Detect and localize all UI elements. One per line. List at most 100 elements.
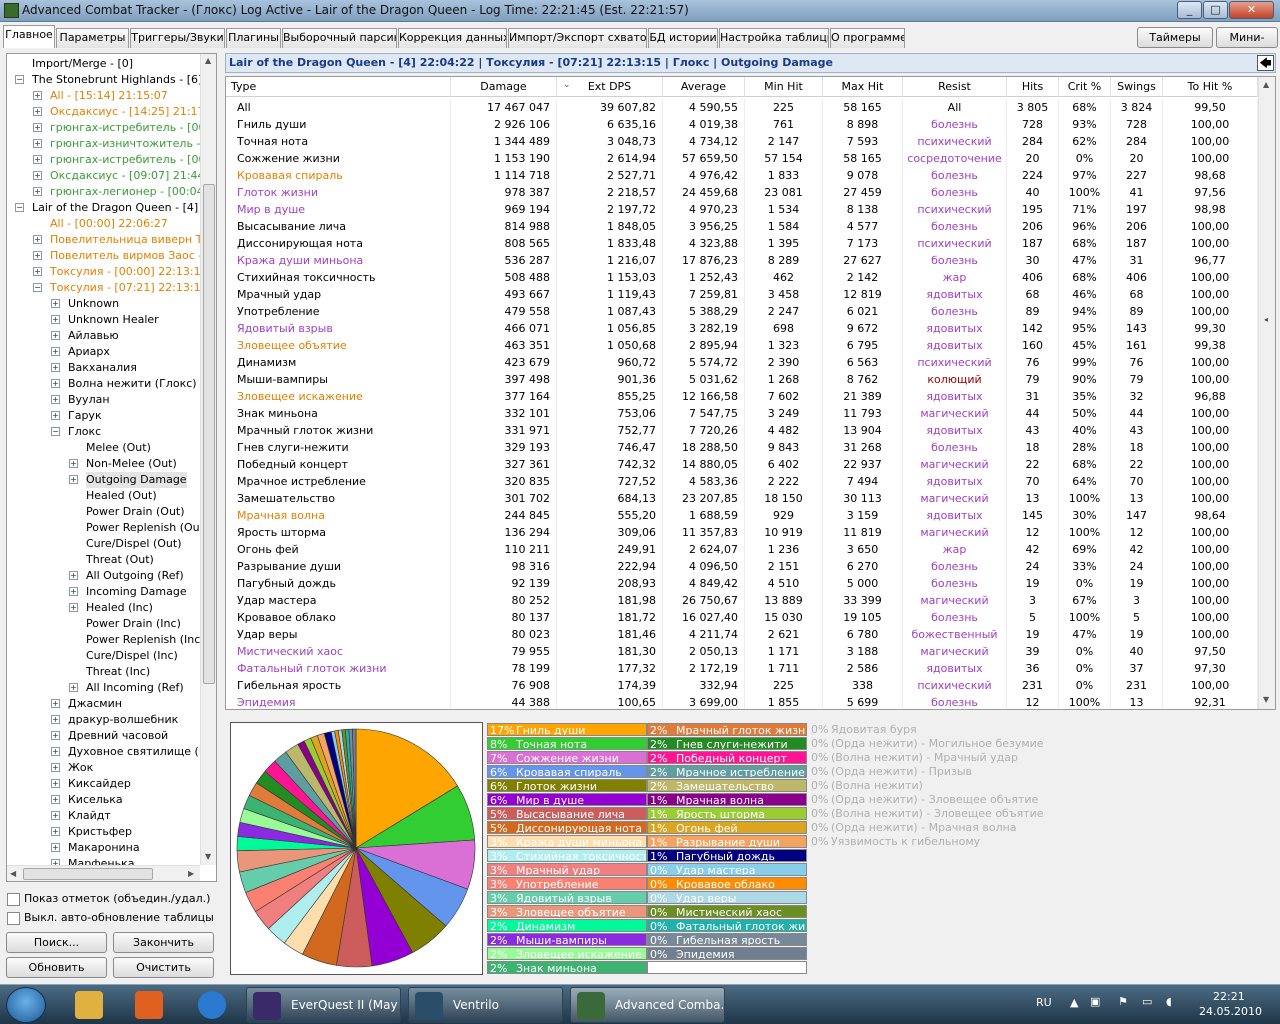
- tree-node[interactable]: Повелитель вирмов Заос - [0: [50, 248, 216, 264]
- scroll-up-arrow-icon[interactable]: ▲: [205, 56, 211, 65]
- tree-node[interactable]: Power Replenish (Inc): [86, 632, 205, 648]
- tree-node[interactable]: Power Drain (Inc): [86, 616, 181, 632]
- row-type-cell[interactable]: Замешательство: [226, 490, 451, 507]
- tree-horizontal-scrollbar[interactable]: ◀ ▶: [7, 865, 200, 881]
- tree-node[interactable]: Гарук: [68, 408, 102, 424]
- tree-node[interactable]: All - [00:00] 22:06:27: [50, 216, 168, 232]
- column-header[interactable]: To Hit %: [1163, 77, 1258, 97]
- row-type-cell[interactable]: Знак миньона: [226, 405, 451, 422]
- scroll-right-arrow-icon[interactable]: ▶: [188, 869, 194, 878]
- row-type-cell[interactable]: Огонь фей: [226, 541, 451, 558]
- row-type-cell[interactable]: Удар веры: [226, 626, 451, 643]
- expand-icon[interactable]: +: [33, 107, 42, 116]
- row-type-cell[interactable]: Зловещее объятие: [226, 337, 451, 354]
- tab-6[interactable]: Импорт/Экспорт схваток: [508, 28, 647, 48]
- collapse-icon[interactable]: −: [15, 203, 24, 212]
- column-header[interactable]: Crit %: [1059, 77, 1111, 97]
- clock-time[interactable]: 22:21: [1213, 990, 1245, 1003]
- expand-icon[interactable]: +: [69, 475, 78, 484]
- timers-button[interactable]: Таймеры: [1137, 27, 1213, 48]
- row-type-cell[interactable]: Мыши-вампиры: [226, 371, 451, 388]
- search-button[interactable]: Поиск...: [6, 932, 107, 953]
- taskbar-item[interactable]: Ventrilo: [408, 987, 563, 1023]
- column-header[interactable]: Min Hit: [745, 77, 823, 97]
- column-header[interactable]: Swings: [1111, 77, 1163, 97]
- tree-node[interactable]: Cure/Dispel (Inc): [86, 648, 178, 664]
- expand-icon[interactable]: +: [51, 699, 60, 708]
- row-type-cell[interactable]: Диссонирующая нота: [226, 235, 451, 252]
- tree-node[interactable]: Вуулан: [68, 392, 110, 408]
- column-header[interactable]: Average: [663, 77, 745, 97]
- tree-node[interactable]: Lair of the Dragon Queen - [4] 22:04: [32, 200, 216, 216]
- expand-icon[interactable]: +: [69, 459, 78, 468]
- tab-7[interactable]: БД истории: [648, 28, 718, 48]
- tree-node[interactable]: грюнгах-истребитель - [00:00]: [50, 152, 216, 168]
- tree-node[interactable]: Unknown: [68, 296, 119, 312]
- close-button[interactable]: ✕: [1229, 1, 1274, 19]
- tree-node[interactable]: Токсулия - [07:21] 22:13:15: [50, 280, 208, 296]
- show-marks-checkbox[interactable]: [7, 893, 20, 906]
- scroll-down-arrow-icon[interactable]: ▼: [205, 852, 211, 861]
- expand-icon[interactable]: +: [69, 683, 78, 692]
- column-header[interactable]: Max Hit: [823, 77, 903, 97]
- expand-icon[interactable]: +: [33, 123, 42, 132]
- expand-icon[interactable]: +: [51, 331, 60, 340]
- row-type-cell[interactable]: Победный концерт: [226, 456, 451, 473]
- tree-node[interactable]: Духовное святилище (Пау: [68, 744, 216, 760]
- tree-hscroll-thumb[interactable]: [23, 868, 153, 880]
- language-indicator[interactable]: RU: [1036, 996, 1052, 1009]
- row-type-cell[interactable]: Кровавая спираль: [226, 167, 451, 184]
- row-type-cell[interactable]: Пагубный дождь: [226, 575, 451, 592]
- tab-5[interactable]: Коррекция данных: [398, 28, 507, 48]
- row-type-cell[interactable]: Ядовитый взрыв: [226, 320, 451, 337]
- collapse-icon[interactable]: −: [33, 283, 42, 292]
- row-type-cell[interactable]: Ярость шторма: [226, 524, 451, 541]
- expand-icon[interactable]: +: [51, 795, 60, 804]
- column-header[interactable]: Resist: [903, 77, 1007, 97]
- tree-node[interactable]: Threat (Inc): [86, 664, 150, 680]
- monitor-icon[interactable]: ▭: [1142, 995, 1152, 1008]
- tree-node[interactable]: Incoming Damage: [86, 584, 187, 600]
- tab-2[interactable]: Триггеры/Звуки: [130, 28, 225, 48]
- expand-icon[interactable]: +: [51, 827, 60, 836]
- row-type-cell[interactable]: Кража души миньона: [226, 252, 451, 269]
- column-header[interactable]: Damage: [451, 77, 557, 97]
- expand-icon[interactable]: +: [51, 299, 60, 308]
- tree-node[interactable]: Non-Melee (Out): [86, 456, 177, 472]
- tree-node[interactable]: Древний часовой: [68, 728, 168, 744]
- row-type-cell[interactable]: Гнев слуги-нежити: [226, 439, 451, 456]
- tab-8[interactable]: Настройка таблицы: [719, 28, 829, 48]
- start-button[interactable]: [6, 987, 46, 1023]
- disable-autorefresh-checkbox[interactable]: [7, 912, 20, 925]
- collapse-icon[interactable]: −: [15, 75, 24, 84]
- tree-node[interactable]: All Outgoing (Ref): [86, 568, 184, 584]
- tree-node[interactable]: Healed (Inc): [86, 600, 153, 616]
- tree-node[interactable]: Глокс: [68, 424, 101, 440]
- media-player-icon[interactable]: [135, 991, 163, 1019]
- maximize-button[interactable]: □: [1203, 1, 1228, 19]
- taskbar-item[interactable]: EverQuest II (May ...: [246, 987, 401, 1023]
- taskbar-item[interactable]: Advanced Comba...: [570, 987, 725, 1023]
- expand-icon[interactable]: +: [51, 811, 60, 820]
- expand-icon[interactable]: +: [33, 139, 42, 148]
- row-type-cell[interactable]: Мрачный удар: [226, 286, 451, 303]
- tree-node[interactable]: Ариарх: [68, 344, 110, 360]
- tree-node[interactable]: All - [15:14] 21:15:07: [50, 88, 168, 104]
- tree-node[interactable]: Threat (Out): [86, 552, 154, 568]
- tab-9[interactable]: О программе: [830, 28, 905, 48]
- mini-window-button[interactable]: Мини-окно: [1216, 27, 1278, 63]
- refresh-list-button[interactable]: Обновить список: [6, 957, 107, 993]
- tree-node[interactable]: Power Replenish (Out): [86, 520, 208, 536]
- expand-icon[interactable]: +: [51, 411, 60, 420]
- row-type-cell[interactable]: Употребление: [226, 303, 451, 320]
- tree-node[interactable]: грюнгах-легионер - [00:04] 21:: [50, 184, 216, 200]
- row-type-cell[interactable]: Гибельная ярость: [226, 677, 451, 694]
- tree-node[interactable]: Healed (Out): [86, 488, 157, 504]
- expand-icon[interactable]: +: [51, 315, 60, 324]
- expand-icon[interactable]: +: [51, 763, 60, 772]
- tree-node[interactable]: Import/Merge - [0]: [32, 56, 133, 72]
- expand-icon[interactable]: +: [51, 715, 60, 724]
- end-encounter-button[interactable]: Закончить схватку: [113, 932, 214, 968]
- tab-3[interactable]: Плагины: [226, 28, 281, 48]
- expand-icon[interactable]: +: [33, 171, 42, 180]
